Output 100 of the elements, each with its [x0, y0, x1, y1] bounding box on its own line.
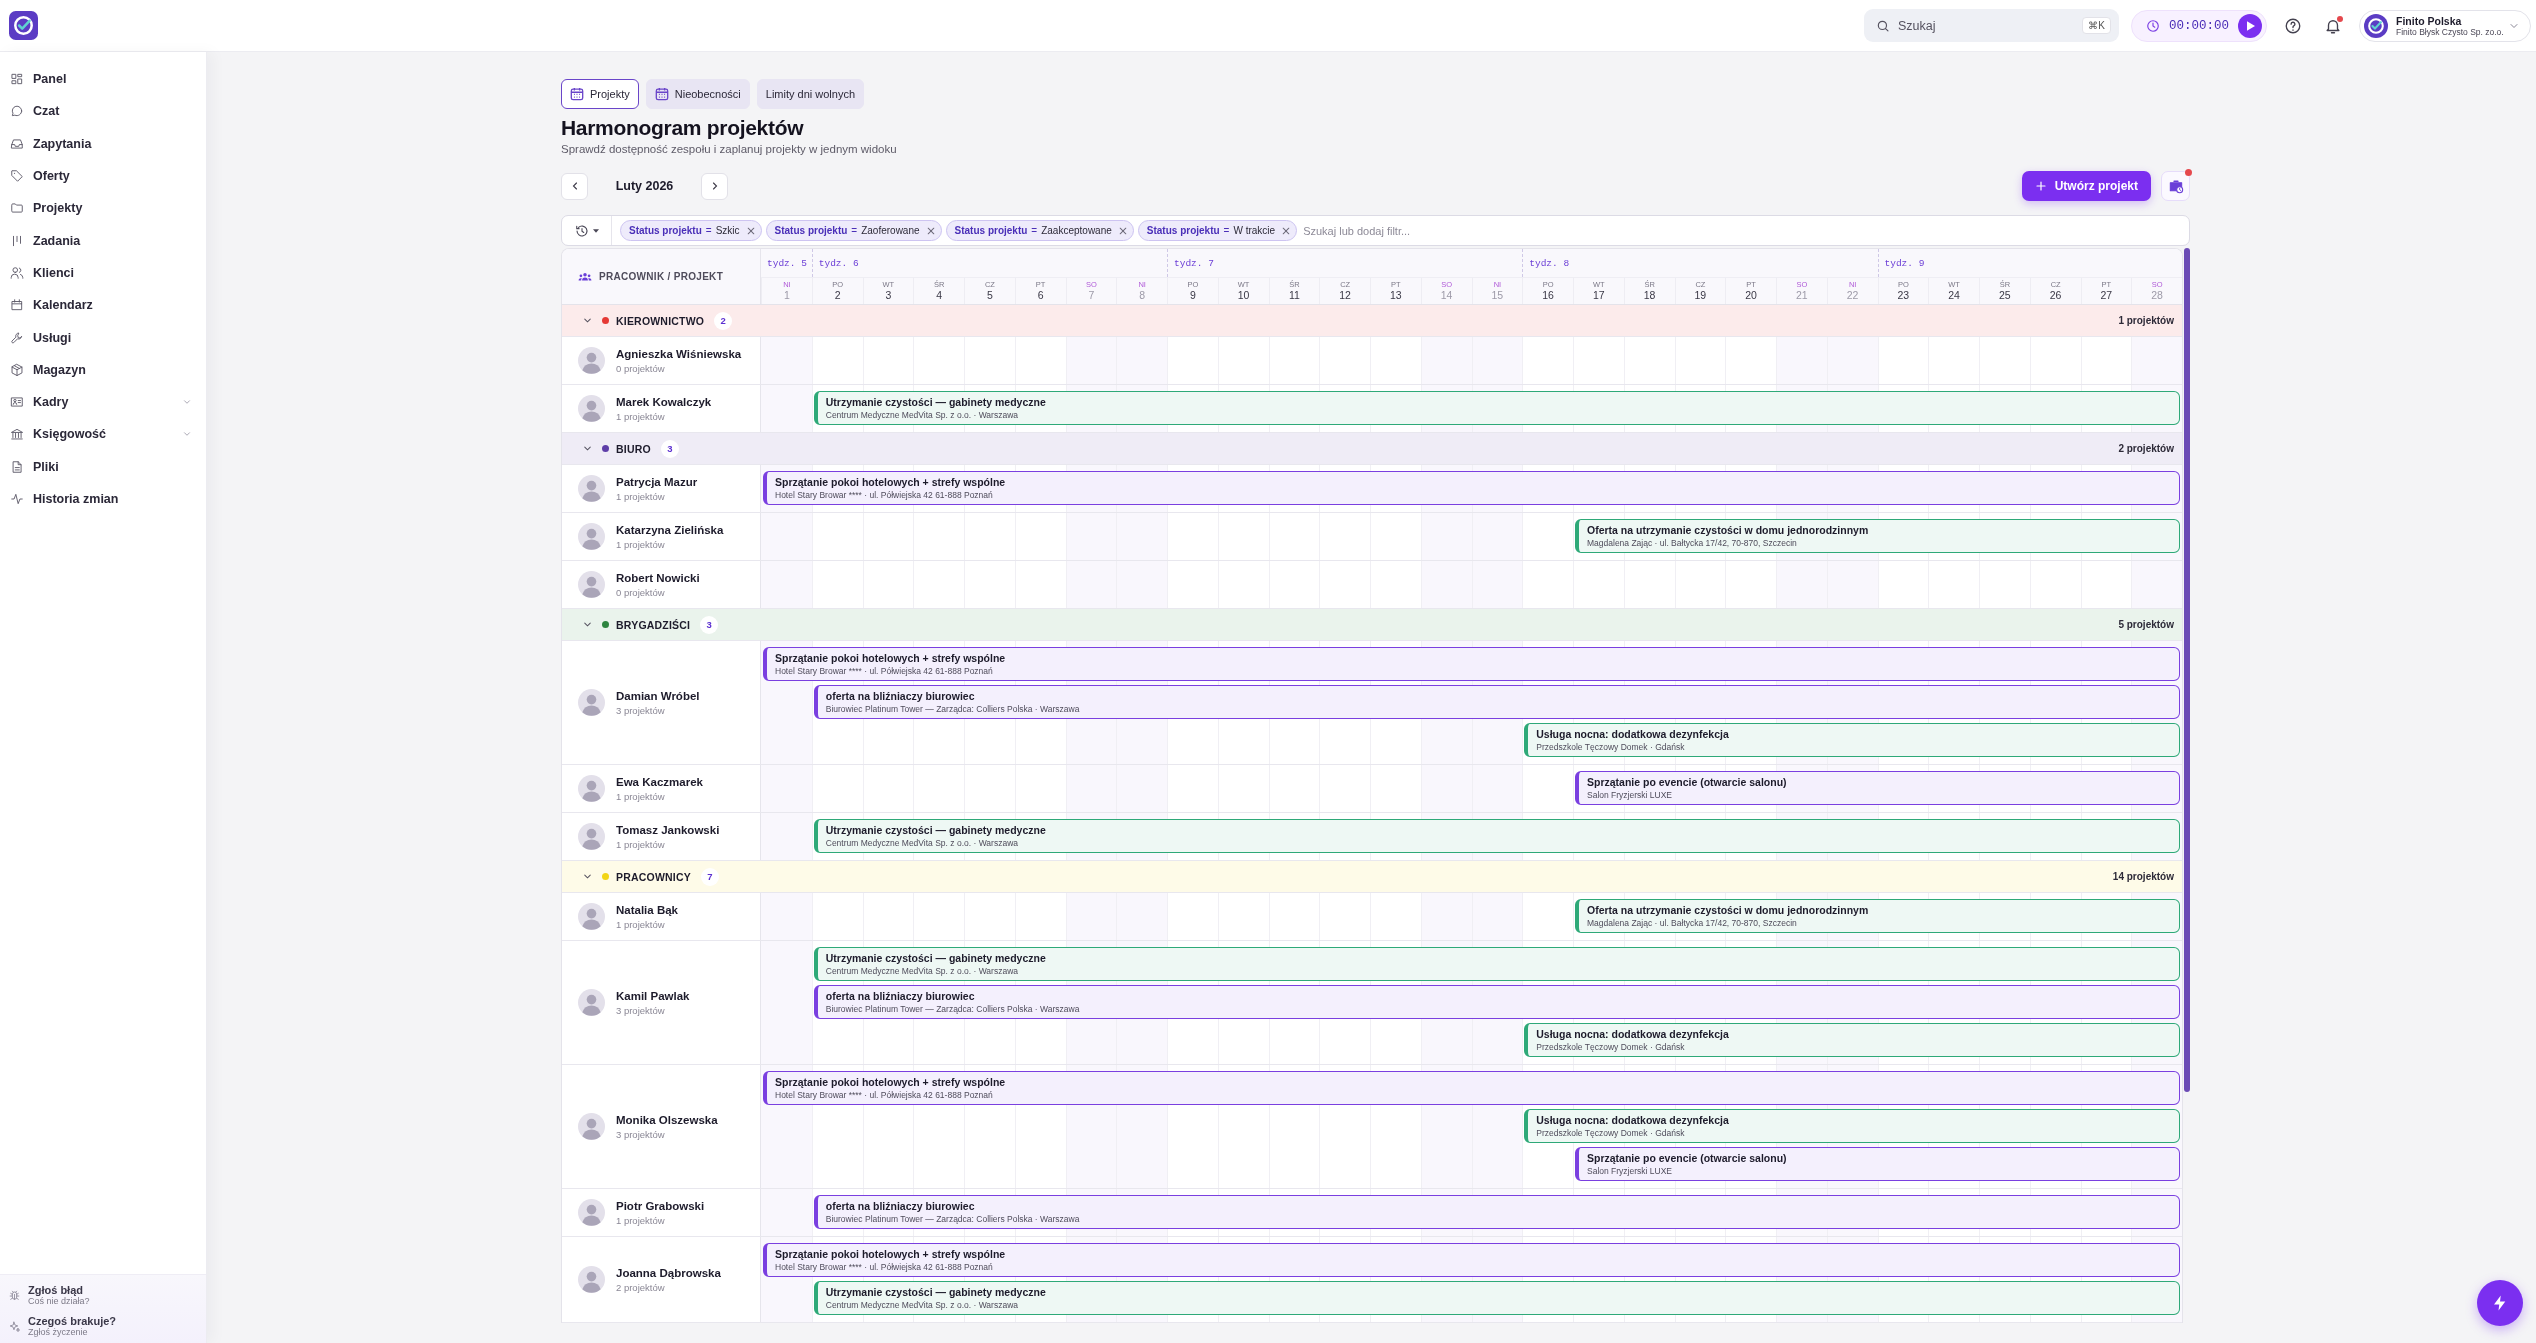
help-icon	[2284, 16, 2302, 35]
project-bar[interactable]: Sprzątanie pokoi hotelowych + strefy wspólne Hotel Stary Browar **** · ul. Półwiejska 42 61-888 Poznań	[763, 471, 2180, 505]
project-bar[interactable]: Utrzymanie czystości — gabinety medyczne Centrum Medyczne MedVita Sp. z o.o. · Warszawa	[813, 1281, 2180, 1315]
filter-search-field[interactable]: Szukaj lub dodaj filtr...	[1301, 224, 2189, 237]
users-icon	[10, 265, 24, 280]
project-bar[interactable]: Usługa nocna: dodatkowa dezynfekcja Przedszkole Tęczowy Domek · Gdańsk	[1524, 1109, 2180, 1143]
date-label: 4	[936, 289, 943, 302]
project-bar[interactable]: oferta na bliźniaczy biurowiec Biurowiec Platinum Tower — Zarządca: Colliers Polska · Warszawa	[813, 985, 2180, 1019]
person-name: Agnieszka Wiśniewska	[616, 347, 742, 360]
project-bar[interactable]: Sprzątanie pokoi hotelowych + strefy wspólne Hotel Stary Browar **** · ul. Półwiejska 42 61-888 Poznań	[763, 647, 2180, 681]
avatar-icon	[578, 823, 605, 850]
sidebar-item[interactable]: Klienci	[0, 256, 206, 290]
bank-icon	[10, 427, 24, 442]
chevron-down-icon[interactable]	[582, 619, 593, 630]
sidebar-item[interactable]: Zadania	[0, 224, 206, 257]
company-logo-icon	[2364, 13, 2388, 38]
group-total: 2 projektów	[2118, 443, 2174, 454]
sidebar-item[interactable]: Zapytania	[0, 127, 206, 160]
feedback-link[interactable]: Czegoś brakuje? Zgłoś życzenie	[8, 1315, 200, 1337]
date-label: 14	[1440, 289, 1453, 302]
id-card-icon	[10, 395, 24, 410]
project-bar[interactable]: Utrzymanie czystości — gabinety medyczne Centrum Medyczne MedVita Sp. z o.o. · Warszawa	[813, 947, 2180, 981]
date-label: 1	[783, 289, 790, 302]
chevron-down-icon[interactable]	[582, 443, 593, 454]
feedback-link[interactable]: Zgłoś błąd Coś nie działa?	[8, 1284, 200, 1306]
close-icon[interactable]	[926, 226, 935, 235]
briefcase-clock-icon	[2167, 178, 2184, 194]
close-icon[interactable]	[746, 226, 755, 235]
date-label: 20	[1745, 289, 1757, 302]
sidebar-item[interactable]: Usługi	[0, 321, 206, 354]
group-name: PRACOWNICY	[616, 870, 691, 883]
clock-icon	[2146, 18, 2160, 33]
project-bar[interactable]: Sprzątanie po evencie (otwarcie salonu) Salon Fryzjerski LUXE	[1575, 1147, 2180, 1181]
date-label: 17	[1593, 289, 1605, 302]
project-bar[interactable]: Sprzątanie pokoi hotelowych + strefy wspólne Hotel Stary Browar **** · ul. Półwiejska 42 61-888 Poznań	[763, 1071, 2180, 1105]
date-label: 23	[1897, 289, 1910, 302]
project-bar[interactable]: oferta na bliźniaczy biurowiec Biurowiec Platinum Tower — Zarządca: Colliers Polska · Warszawa	[813, 1195, 2180, 1229]
filter-chip[interactable]: Status projektu = Zaakceptowane	[945, 220, 1134, 241]
avatar-icon	[578, 395, 605, 422]
person-name: Robert Nowicki	[616, 571, 700, 584]
scrollbar-thumb[interactable]	[2184, 248, 2190, 1092]
sidebar-item[interactable]: Kalendarz	[0, 289, 206, 322]
sidebar-item[interactable]: Historia zmian	[0, 482, 206, 516]
timer-display: 00:00:00	[2169, 18, 2229, 33]
notifications-button[interactable]	[2324, 16, 2342, 35]
project-bar[interactable]: Usługa nocna: dodatkowa dezynfekcja Przedszkole Tęczowy Domek · Gdańsk	[1524, 723, 2180, 757]
sidebar-item[interactable]: Czat	[0, 95, 206, 128]
sidebar-item[interactable]: Kadry	[0, 385, 206, 419]
sidebar-item[interactable]: Oferty	[0, 159, 206, 193]
help-button[interactable]	[2284, 16, 2302, 35]
week-label: tydz. 6	[811, 249, 1167, 277]
shortcut-hint: ⌘K	[2082, 17, 2111, 34]
box-icon	[10, 362, 24, 377]
project-bar[interactable]: Oferta na utrzymanie czystości w domu jednorodzinnym Magdalena Zając · ul. Bałtycka 17/42, 70-870, Szczecin	[1575, 519, 2180, 553]
project-bar[interactable]: Oferta na utrzymanie czystości w domu jednorodzinnym Magdalena Zając · ul. Bałtycka 17/42, 70-870, Szczecin	[1575, 899, 2180, 933]
group-count: 3	[660, 439, 679, 458]
project-bar[interactable]: oferta na bliźniaczy biurowiec Biurowiec Platinum Tower — Zarządca: Colliers Polska · Warszawa	[813, 685, 2180, 719]
date-label: 15	[1491, 289, 1504, 302]
date-label: 18	[1643, 289, 1656, 302]
sidebar-item[interactable]: Projekty	[0, 192, 206, 225]
logo-icon[interactable]	[9, 11, 38, 40]
page-title: Harmonogram projektów	[561, 115, 805, 140]
project-bar[interactable]: Utrzymanie czystości — gabinety medyczne Centrum Medyczne MedVita Sp. z o.o. · Warszawa	[813, 819, 2180, 853]
date-label: 12	[1339, 289, 1351, 302]
group-name: BRYGADZIŚCI	[616, 618, 691, 631]
filter-chip[interactable]: Status projektu = W trakcie	[1137, 220, 1298, 241]
tab[interactable]: Limity dni wolnych	[756, 79, 865, 109]
sidebar-item[interactable]: Księgowość	[0, 418, 206, 451]
account-switcher[interactable]: Finito Polska Finito Błysk Czysto Sp. zo.o.	[2359, 9, 2531, 42]
play-button[interactable]	[2238, 13, 2262, 38]
project-bar[interactable]: Usługa nocna: dodatkowa dezynfekcja Przedszkole Tęczowy Domek · Gdańsk	[1524, 1023, 2180, 1057]
project-bar[interactable]: Sprzątanie pokoi hotelowych + strefy wspólne Hotel Stary Browar **** · ul. Półwiejska 42 61-888 Poznań	[763, 1243, 2180, 1277]
document-icon	[10, 459, 24, 474]
sidebar-item[interactable]: Panel	[0, 63, 206, 96]
tag-icon	[10, 169, 24, 184]
person-name: Katarzyna Zielińska	[616, 523, 724, 536]
briefcase-button[interactable]	[2161, 171, 2190, 201]
date-label: 22	[1846, 289, 1859, 302]
activity-icon	[10, 492, 24, 506]
project-bar[interactable]: Sprzątanie po evencie (otwarcie salonu) Salon Fryzjerski LUXE	[1575, 771, 2180, 805]
chevron-down-icon[interactable]	[582, 871, 593, 882]
tab[interactable]: Projekty	[561, 79, 639, 109]
date-label: 10	[1237, 289, 1250, 302]
filter-chip[interactable]: Status projektu = Zaoferowane	[765, 220, 942, 241]
tab[interactable]: Nieobecności	[645, 79, 750, 109]
date-label: 21	[1796, 289, 1808, 302]
month-label: Luty 2026	[614, 179, 675, 193]
avatar-icon	[578, 1113, 605, 1140]
chevron-down-icon[interactable]	[582, 315, 593, 326]
avatar-icon	[578, 775, 605, 802]
close-icon[interactable]	[1118, 226, 1127, 235]
sidebar-item[interactable]: Pliki	[0, 450, 206, 483]
create-project-button[interactable]: Utwórz projekt	[2021, 171, 2151, 201]
close-icon[interactable]	[1282, 226, 1291, 235]
filter-chip[interactable]: Status projektu = Szkic	[620, 220, 762, 241]
avatar-icon	[578, 989, 605, 1016]
sidebar-item[interactable]: Magazyn	[0, 353, 206, 386]
project-bar[interactable]: Utrzymanie czystości — gabinety medyczne Centrum Medyczne MedVita Sp. z o.o. · Warszawa	[813, 391, 2180, 425]
project-count: 2 projektów	[616, 1281, 666, 1293]
quick-action-button[interactable]	[2477, 1280, 2523, 1326]
